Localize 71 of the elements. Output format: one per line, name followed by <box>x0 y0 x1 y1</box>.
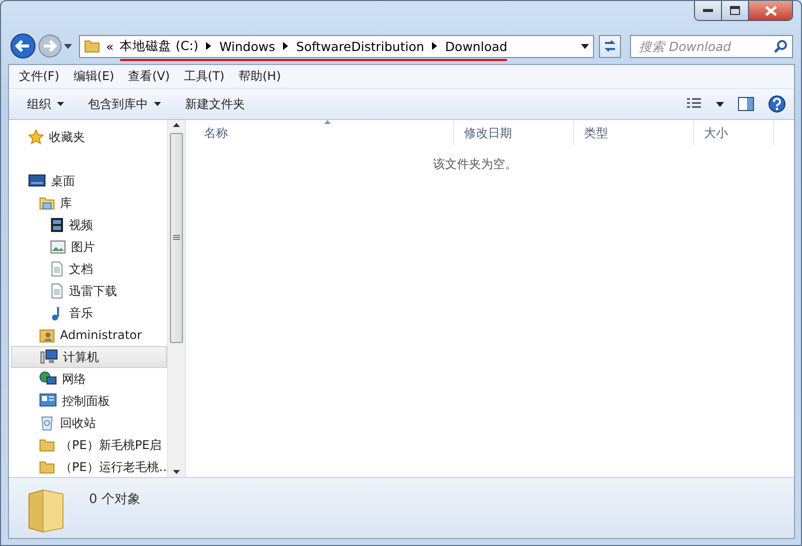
sidebar-item[interactable]: 收藏夹 <box>11 126 167 148</box>
path-overflow-button[interactable]: « <box>106 38 114 54</box>
sidebar-item[interactable]: 桌面 <box>11 170 167 192</box>
column-header[interactable]: 类型 <box>574 120 694 146</box>
globe-icon <box>39 371 57 387</box>
view-list-icon[interactable] <box>686 98 702 110</box>
document-icon <box>50 261 64 277</box>
dropdown-icon[interactable] <box>581 44 589 48</box>
column-header[interactable]: 名称 <box>194 120 454 146</box>
sidebar-item[interactable]: 文档 <box>11 258 167 280</box>
sidebar-item[interactable]: 网络 <box>11 368 167 390</box>
toolbar-button[interactable]: 包含到库中 <box>80 92 169 116</box>
picture-icon <box>50 240 66 254</box>
sidebar-item[interactable]: （PE）运行老毛桃… <box>11 456 167 477</box>
star-icon <box>28 129 44 145</box>
breadcrumb[interactable]: Windows <box>219 38 276 54</box>
menu-item[interactable]: 文件(F) <box>12 68 66 85</box>
sidebar-item[interactable]: 视频 <box>11 214 167 236</box>
sidebar-item[interactable]: 迅雷下载 <box>11 280 167 302</box>
recycle-bin-icon <box>39 415 55 431</box>
maximize-button[interactable] <box>722 1 749 20</box>
sidebar-item[interactable]: 计算机 <box>11 346 167 368</box>
back-button[interactable] <box>10 33 36 59</box>
user-folder-icon <box>39 327 55 343</box>
menu-item[interactable]: 编辑(E) <box>66 68 122 85</box>
folder-icon <box>84 38 100 54</box>
scrollbar[interactable] <box>167 120 185 477</box>
folder-icon <box>39 437 55 453</box>
sidebar-item[interactable]: Administrator <box>11 324 167 346</box>
toolbar-button[interactable]: 组织 <box>19 92 72 116</box>
minimize-icon <box>703 8 713 12</box>
empty-folder-message: 该文件夹为空。 <box>433 156 517 173</box>
maximize-icon <box>730 6 740 15</box>
folder-icon <box>39 195 55 211</box>
chevron-icon[interactable] <box>432 42 438 50</box>
sidebar-item[interactable]: 回收站 <box>11 412 167 434</box>
column-header[interactable]: 修改日期 <box>454 120 574 146</box>
refresh-icon <box>602 39 618 53</box>
menu-item[interactable]: 帮助(H) <box>232 68 288 85</box>
breadcrumb[interactable]: SoftwareDistribution <box>296 38 424 54</box>
help-icon[interactable] <box>768 95 786 113</box>
item-count: 0 个对象 <box>89 491 140 508</box>
sidebar-item[interactable]: （PE）新毛桃PE启 <box>11 434 167 456</box>
column-header[interactable]: 大小 <box>694 120 774 146</box>
minimize-button[interactable] <box>695 1 722 20</box>
caret-icon[interactable] <box>716 102 724 106</box>
menu-item[interactable]: 工具(T) <box>176 68 232 85</box>
document-icon <box>50 283 64 299</box>
chevron-icon[interactable] <box>283 42 288 50</box>
chevron-icon[interactable] <box>206 42 212 50</box>
sidebar-item[interactable]: 图片 <box>11 236 167 258</box>
history-dropdown-icon[interactable] <box>64 44 72 48</box>
refresh-button[interactable] <box>599 34 621 58</box>
menu-item[interactable]: 查看(V) <box>121 68 177 85</box>
sidebar-item[interactable]: 库 <box>11 192 167 214</box>
close-icon <box>764 6 776 16</box>
sidebar-item[interactable]: 音乐 <box>11 302 167 324</box>
breadcrumb[interactable]: Download <box>445 38 508 54</box>
breadcrumb[interactable]: 本地磁盘 (C:) <box>120 38 198 54</box>
sidebar-item[interactable]: 控制面板 <box>11 390 167 412</box>
monitor-icon <box>28 174 46 188</box>
search-icon[interactable] <box>774 38 788 52</box>
control-panel-icon <box>39 393 57 409</box>
close-button[interactable] <box>749 1 792 20</box>
film-icon <box>50 217 64 233</box>
search-field[interactable]: 搜索 Download <box>630 34 793 58</box>
preview-pane-icon[interactable] <box>738 97 754 111</box>
folder-icon <box>39 459 55 475</box>
toolbar-button[interactable]: 新建文件夹 <box>177 92 253 116</box>
monitor-icon <box>40 349 58 365</box>
scrollbar-thumb[interactable] <box>170 133 183 343</box>
